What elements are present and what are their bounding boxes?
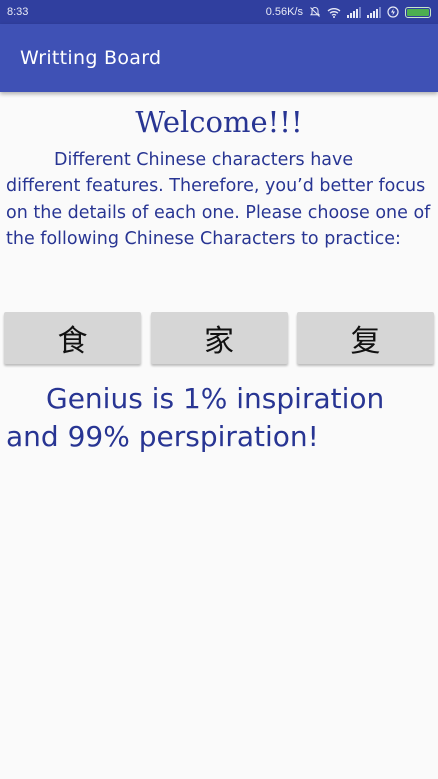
signal-icon [367,6,381,18]
status-time: 8:33 [7,6,29,18]
wifi-icon [327,7,341,18]
character-button-fu[interactable]: 复 [297,312,434,364]
app-title: Writting Board [20,47,162,69]
battery-icon [405,6,431,18]
battery-level [407,8,429,16]
character-button-jia[interactable]: 家 [150,312,288,364]
network-speed: 0.56K/s [265,6,303,18]
welcome-heading: Welcome!!! [135,105,303,139]
intro-text: Different Chinese characters have differ… [6,150,431,249]
motivational-quote: Genius is 1% inspiration and 99% perspir… [6,382,385,453]
alarm-off-icon [309,6,321,18]
status-bar: 8:33 0.56K/s [0,0,438,24]
status-icons: 0.56K/s [266,6,431,18]
main-content: Welcome!!! Different Chinese characters … [0,92,438,453]
character-buttons: 食 家 复 [4,312,434,364]
signal-icon [347,6,361,18]
charging-icon [387,6,399,18]
app-bar: Writting Board [0,24,438,92]
character-button-shi[interactable]: 食 [4,312,141,364]
